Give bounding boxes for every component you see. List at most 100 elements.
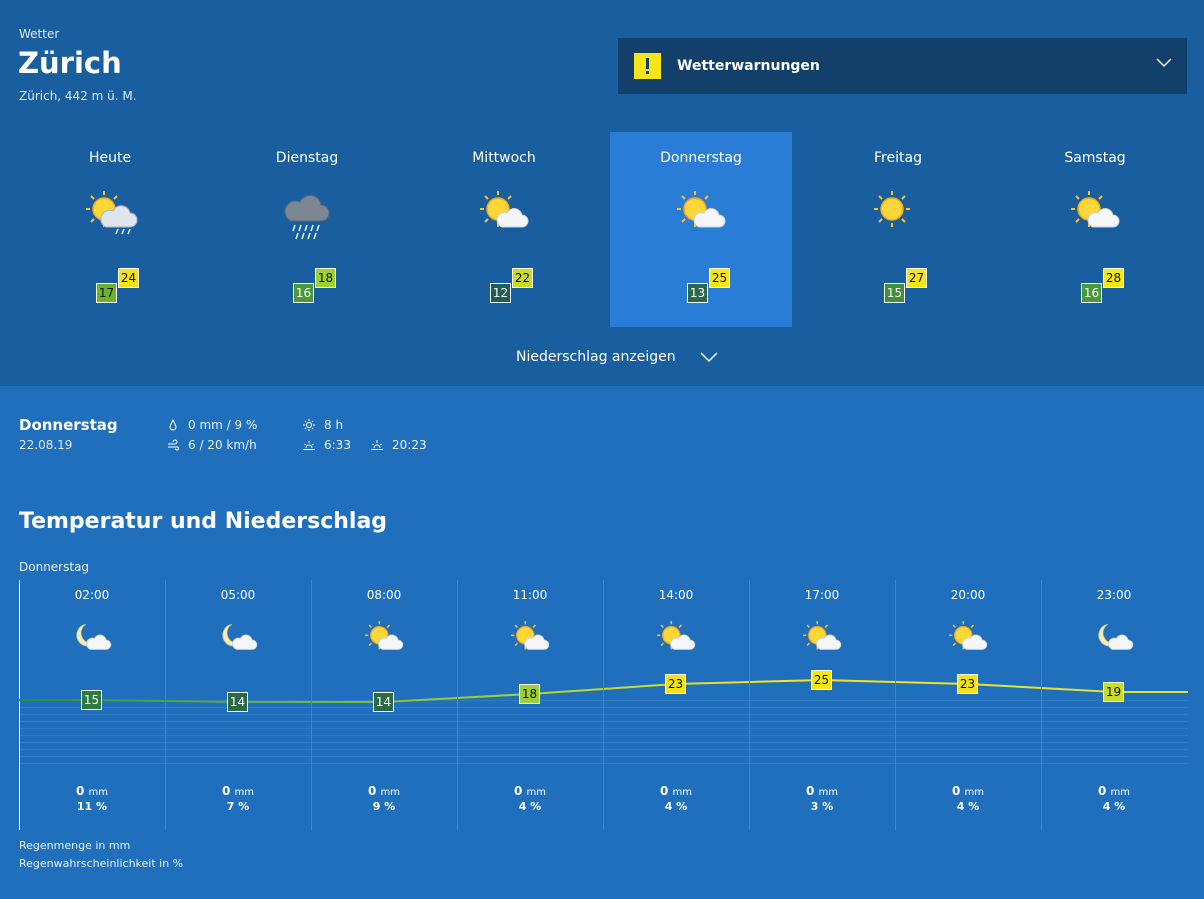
moon-cloud-icon: [1086, 618, 1142, 662]
day-forecast-heute[interactable]: Heute 17 24: [19, 132, 201, 327]
rain-amount-value: 0: [367, 784, 377, 798]
hourly-temp-badge: 23: [665, 674, 686, 694]
min-temp-badge: 13: [687, 283, 708, 303]
rain-probability: 7 %: [226, 800, 250, 813]
day-name: Dienstag: [275, 150, 339, 166]
max-temp-badge: 25: [709, 268, 730, 288]
hourly-temp-badge: 14: [373, 692, 394, 712]
hour-label: 20:00: [950, 588, 986, 602]
sun-cloud-icon: [474, 187, 534, 243]
rain-amount-value: 0: [513, 784, 523, 798]
rain-amount: 0 mm: [749, 784, 895, 798]
rain-amount-unit: mm: [234, 787, 255, 798]
day-forecast-samstag[interactable]: Samstag 16 28: [1004, 132, 1186, 327]
hourly-temp-badge: 14: [227, 692, 248, 712]
sunset-stat: 20:23: [392, 438, 427, 452]
weather-warnings-dropdown[interactable]: Wetterwarnungen: [618, 38, 1187, 94]
max-temp-badge: 27: [906, 268, 927, 288]
sun-cloud-icon: [940, 618, 996, 662]
hourly-temp-badge: 15: [81, 690, 102, 710]
day-forecast-mittwoch[interactable]: Mittwoch 12 22: [413, 132, 595, 327]
rain-probability: 3 %: [810, 800, 834, 813]
sunshine-icon: [303, 419, 315, 431]
chevron-down-icon: [1156, 58, 1172, 68]
hourly-temp-badge: 23: [957, 674, 978, 694]
hour-label: 14:00: [658, 588, 694, 602]
rain-probability: 11 %: [76, 800, 108, 813]
hourly-day-label: Donnerstag: [19, 560, 90, 574]
hour-label: 05:00: [220, 588, 256, 602]
sunshine-stat: 8 h: [324, 418, 344, 432]
rain-amount-value: 0: [805, 784, 815, 798]
chevron-down-icon[interactable]: [700, 350, 718, 364]
min-temp-badge: 16: [1081, 283, 1102, 303]
hour-label: 17:00: [804, 588, 840, 602]
wind-icon: [168, 439, 179, 451]
rain-amount: 0 mm: [165, 784, 311, 798]
rain-amount-value: 0: [221, 784, 231, 798]
sun-cloud-icon: [648, 618, 704, 662]
sunrise-icon: [303, 441, 315, 450]
moon-cloud-icon: [210, 618, 266, 662]
city-title: Zürich: [18, 46, 122, 80]
section-title: Temperatur und Niederschlag: [19, 509, 388, 534]
hourly-temp-badge: 25: [811, 670, 832, 690]
selected-day-date: 22.08.19: [19, 438, 73, 452]
max-temp-badge: 24: [118, 268, 139, 288]
sunset-icon: [371, 440, 383, 450]
rain-amount: 0 mm: [19, 784, 165, 798]
show-precipitation-toggle[interactable]: Niederschlag anzeigen: [516, 349, 676, 365]
sun-cloud-rain-icon: [80, 187, 140, 243]
max-temp-badge: 18: [315, 268, 336, 288]
min-temp-badge: 17: [96, 283, 117, 303]
min-temp-badge: 15: [884, 283, 905, 303]
precip-stat: 0 mm / 9 %: [188, 418, 258, 432]
rain-probability: 4 %: [956, 800, 980, 813]
warning-icon: [634, 53, 661, 79]
day-name: Heute: [88, 150, 132, 166]
max-temp-badge: 28: [1103, 268, 1124, 288]
rain-cloud-icon: [277, 187, 337, 243]
rain-amount: 0 mm: [311, 784, 457, 798]
rain-amount-unit: mm: [88, 787, 109, 798]
day-name: Freitag: [874, 150, 922, 166]
sun-cloud-icon: [671, 187, 731, 243]
day-forecast-dienstag[interactable]: Dienstag 16 18: [216, 132, 398, 327]
hourly-chart: 02:00 15 0 mm 11 % 05:00 14 0 mm 7 % 08:00 14 0 mm…: [19, 580, 1188, 830]
rain-drop-icon: [169, 419, 177, 431]
hour-label: 23:00: [1096, 588, 1132, 602]
weather-warnings-label: Wetterwarnungen: [677, 58, 820, 74]
rain-probability: 9 %: [372, 800, 396, 813]
max-temp-badge: 22: [512, 268, 533, 288]
rain-amount-unit: mm: [380, 787, 401, 798]
rain-amount-unit: mm: [672, 787, 693, 798]
selected-day-name: Donnerstag: [19, 416, 118, 434]
hour-label: 02:00: [74, 588, 110, 602]
rain-amount-unit: mm: [964, 787, 985, 798]
rain-amount: 0 mm: [1041, 784, 1187, 798]
sun-cloud-icon: [356, 618, 412, 662]
rain-amount-unit: mm: [526, 787, 547, 798]
hour-label: 08:00: [366, 588, 402, 602]
rain-amount: 0 mm: [457, 784, 603, 798]
rain-amount-unit: mm: [1110, 787, 1131, 798]
sunrise-stat: 6:33: [324, 438, 351, 452]
app-label: Wetter: [19, 27, 60, 41]
rain-amount-unit: mm: [818, 787, 839, 798]
rain-probability: 4 %: [664, 800, 688, 813]
hourly-temp-badge: 19: [1103, 682, 1124, 702]
rain-amount-value: 0: [75, 784, 85, 798]
min-temp-badge: 16: [293, 283, 314, 303]
altitude-info: Zürich, 442 m ü. M.: [19, 89, 137, 103]
legend-rain-probability: Regenwahrscheinlichkeit in %: [19, 857, 184, 870]
rain-amount-value: 0: [659, 784, 669, 798]
sun-icon: [868, 187, 928, 243]
day-forecast-freitag[interactable]: Freitag 15 27: [807, 132, 989, 327]
moon-cloud-icon: [64, 618, 120, 662]
rain-amount: 0 mm: [895, 784, 1041, 798]
day-name: Mittwoch: [472, 150, 536, 166]
hourly-temp-badge: 18: [519, 684, 540, 704]
rain-amount-value: 0: [1097, 784, 1107, 798]
day-forecast-donnerstag[interactable]: Donnerstag 13 25: [610, 132, 792, 327]
wind-stat: 6 / 20 km/h: [188, 438, 257, 452]
